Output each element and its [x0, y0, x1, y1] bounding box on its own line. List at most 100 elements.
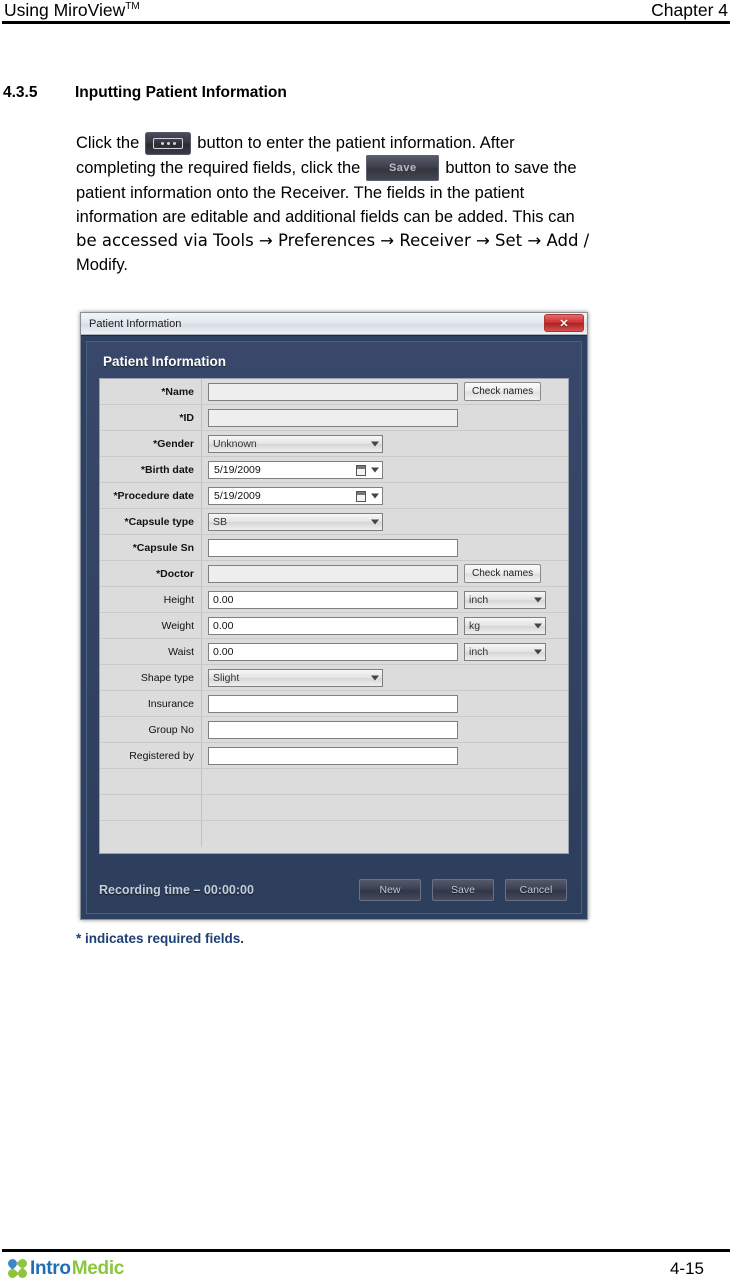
calendar-icon: [356, 490, 366, 502]
field-cell: 0.00 inch: [202, 639, 568, 664]
paragraph-line-1: Click the button to enter the patient in…: [76, 131, 721, 155]
field-cell: Slight: [202, 665, 568, 690]
field-label: Waist: [100, 639, 202, 664]
unit-dropdown[interactable]: inch: [464, 642, 546, 661]
header-product-name: Using MiroView: [4, 0, 126, 20]
dropdown-value: Unknown: [213, 437, 257, 450]
table-row: *Doctor Check names: [100, 561, 568, 587]
dialog-inner-panel: Patient Information *Name Check names *ID *…: [86, 341, 582, 914]
field-cell: [202, 405, 568, 430]
table-row: Weight 0.00 kg: [100, 613, 568, 639]
text-input[interactable]: [208, 408, 458, 427]
table-row: Height 0.00 inch: [100, 587, 568, 613]
patient-fields-grid: *Name Check names *ID *Gender Unknown *Birth …: [99, 378, 569, 854]
field-cell: [202, 769, 568, 794]
text-input[interactable]: [208, 720, 458, 739]
chevron-down-icon: [371, 441, 379, 446]
paragraph-line-2-after: button to save the: [445, 159, 577, 177]
chevron-down-icon: [371, 493, 379, 498]
dialog-section-heading: Patient Information: [103, 354, 227, 369]
check-names-button[interactable]: Check names: [464, 564, 542, 583]
text-input[interactable]: [208, 382, 458, 401]
unit-value: inch: [469, 593, 489, 606]
dropdown-select[interactable]: SB: [208, 512, 383, 531]
field-label: Shape type: [100, 665, 202, 690]
chevron-down-icon: [371, 467, 379, 472]
text-input[interactable]: [208, 564, 458, 583]
field-label: *Capsule Sn: [100, 535, 202, 560]
section-title: Inputting Patient Information: [75, 84, 287, 101]
field-cell: SB: [202, 509, 568, 534]
header-divider-rule: [2, 21, 730, 24]
body-paragraph: Click the button to enter the patient in…: [76, 131, 721, 277]
field-label: Group No: [100, 717, 202, 742]
field-label: [100, 821, 202, 847]
text-input[interactable]: [208, 538, 458, 557]
table-row: [100, 769, 568, 795]
field-cell: 5/19/2009: [202, 483, 568, 508]
date-value: 5/19/2009: [214, 463, 261, 476]
date-picker[interactable]: 5/19/2009: [208, 460, 383, 479]
field-label: [100, 795, 202, 820]
table-row: *Name Check names: [100, 379, 568, 405]
table-row: *Gender Unknown: [100, 431, 568, 457]
table-row: *Capsule type SB: [100, 509, 568, 535]
text-input[interactable]: [208, 694, 458, 713]
field-cell: Check names: [202, 561, 568, 586]
chevron-down-icon: [534, 649, 542, 654]
dropdown-value: Slight: [213, 671, 240, 684]
clover-icon: [6, 1257, 29, 1280]
table-row: *Procedure date 5/19/2009: [100, 483, 568, 509]
table-row: Insurance: [100, 691, 568, 717]
dialog-titlebar[interactable]: Patient Information ✕: [81, 313, 587, 335]
dropdown-select[interactable]: Slight: [208, 668, 383, 687]
unit-dropdown[interactable]: inch: [464, 590, 546, 609]
page-footer: Intro Medic 4-15: [0, 1254, 732, 1283]
field-cell: [202, 535, 568, 560]
section-number: 4.3.5: [3, 84, 38, 101]
field-cell: [202, 743, 568, 768]
close-icon[interactable]: ✕: [544, 314, 584, 332]
table-row: Shape type Slight: [100, 665, 568, 691]
chevron-down-icon: [371, 675, 379, 680]
paragraph-line-6: Modify.: [76, 256, 128, 274]
text-input[interactable]: 0.00: [208, 642, 458, 661]
text-input[interactable]: [208, 746, 458, 765]
date-value: 5/19/2009: [214, 489, 261, 502]
paragraph-line-5: be accessed via Tools → Preferences → Re…: [76, 231, 590, 250]
field-cell: 0.00 kg: [202, 613, 568, 638]
field-cell: 0.00 inch: [202, 587, 568, 612]
patient-information-dialog-screenshot: Patient Information ✕ Patient Informatio…: [80, 310, 590, 925]
field-label: *ID: [100, 405, 202, 430]
table-row: Group No: [100, 717, 568, 743]
text-input[interactable]: 0.00: [208, 616, 458, 635]
section-heading: 4.3.5 Inputting Patient Information: [3, 84, 703, 102]
cancel-button[interactable]: Cancel: [505, 879, 567, 901]
save-button[interactable]: Save: [432, 879, 494, 901]
field-cell: [202, 691, 568, 716]
paragraph-line-1-after: button to enter the patient information.…: [197, 134, 515, 152]
dropdown-value: SB: [213, 515, 228, 528]
dialog-title: Patient Information: [89, 317, 182, 330]
new-button[interactable]: New: [359, 879, 421, 901]
text-input[interactable]: 0.00: [208, 590, 458, 609]
dialog-body: Patient Information *Name Check names *ID *…: [81, 335, 587, 919]
header-left-title: Using MiroViewTM: [4, 0, 140, 21]
save-button-icon: Save: [366, 155, 440, 181]
unit-dropdown[interactable]: kg: [464, 616, 546, 635]
dropdown-select[interactable]: Unknown: [208, 434, 383, 453]
patient-info-toolbar-button-icon: [145, 131, 192, 155]
table-row: [100, 821, 568, 847]
field-cell: Check names: [202, 379, 568, 404]
header-chapter-label: Chapter 4: [651, 0, 728, 20]
intromedic-logo: Intro Medic: [6, 1257, 124, 1280]
table-row: *Birth date 5/19/2009: [100, 457, 568, 483]
paragraph-line-1-before: Click the: [76, 134, 140, 152]
date-picker[interactable]: 5/19/2009: [208, 486, 383, 505]
unit-value: inch: [469, 645, 489, 658]
check-names-button[interactable]: Check names: [464, 382, 542, 401]
dialog-action-buttons: New Save Cancel: [359, 879, 567, 901]
field-label: Height: [100, 587, 202, 612]
chevron-down-icon: [534, 623, 542, 628]
field-label: *Capsule type: [100, 509, 202, 534]
